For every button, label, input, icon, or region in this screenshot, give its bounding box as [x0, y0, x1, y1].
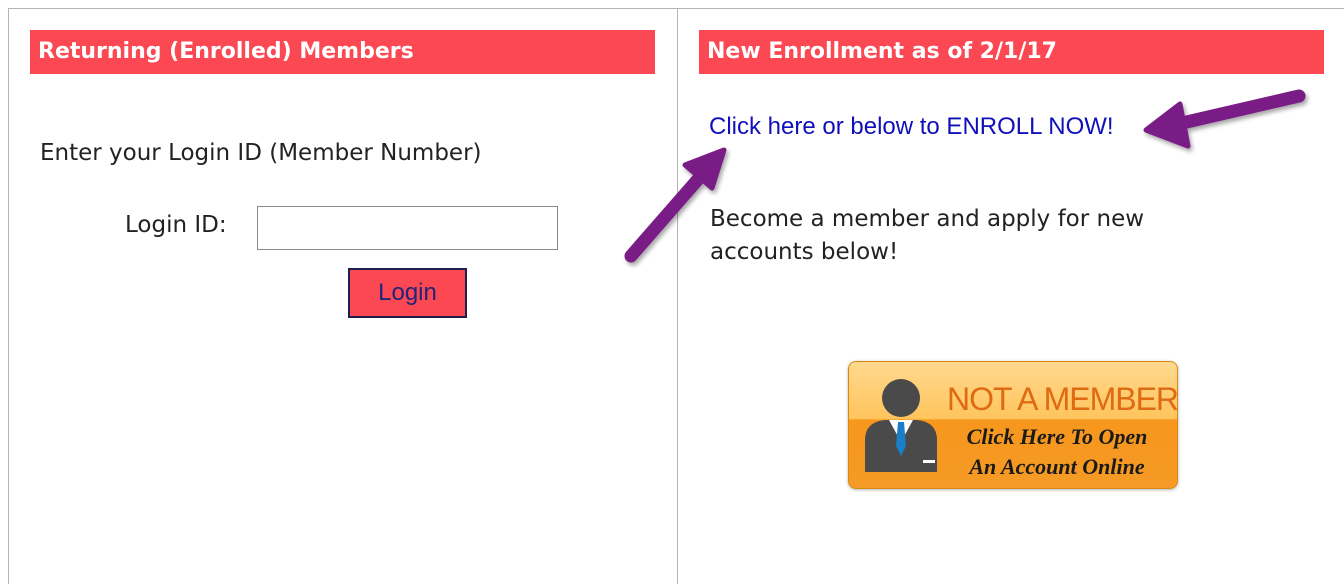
open-account-line-2: An Account Online: [969, 454, 1145, 479]
person-with-tie-icon: [865, 379, 937, 472]
annotation-arrows: [624, 89, 1306, 263]
arrow-to-link-right-icon: [1143, 89, 1306, 149]
open-account-line-1: Click Here To Open: [966, 424, 1148, 449]
not-a-member-title: NOT A MEMBER?: [947, 381, 1178, 417]
not-a-member-button[interactable]: NOT A MEMBER? Click Here To Open An Acco…: [848, 361, 1178, 489]
arrow-to-link-left-icon: [624, 147, 727, 263]
